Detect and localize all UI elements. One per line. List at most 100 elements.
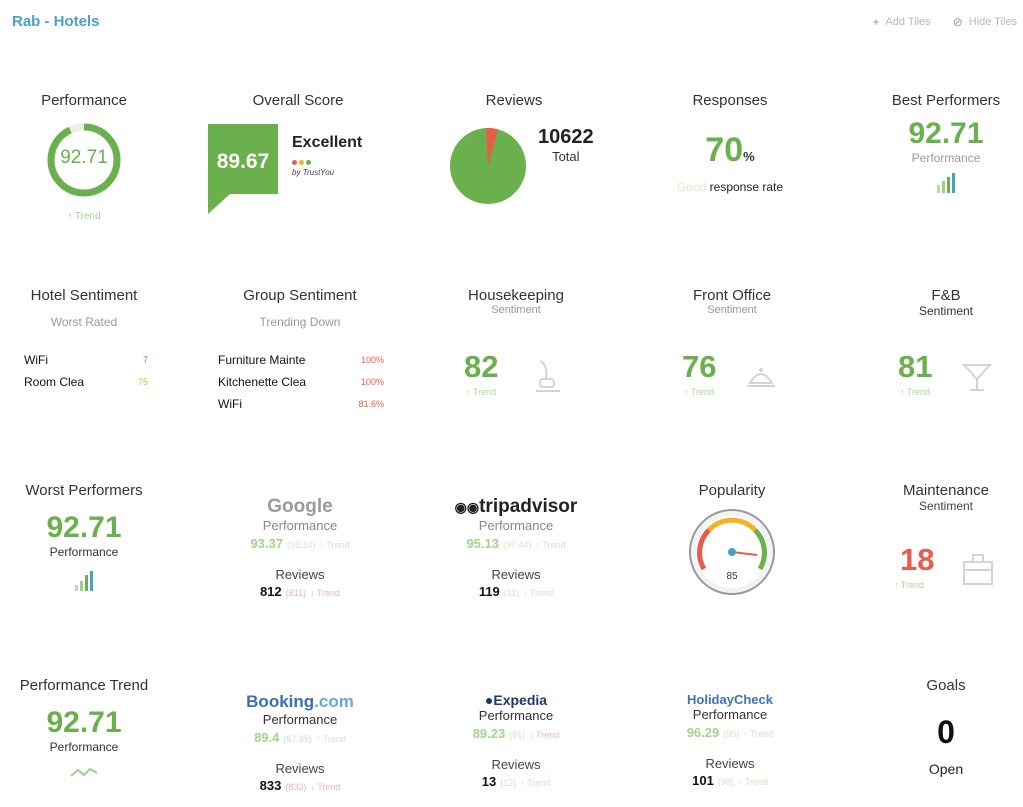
performance-trend-tile[interactable]: Performance Trend 92.71 Performance [0,677,186,807]
list-item[interactable]: Furniture Mainte 100% [218,349,384,371]
list-item[interactable]: Kitchenette Clea 100% [218,371,384,393]
gauge-value: 85 [726,571,738,582]
goals-value: 0 [937,714,955,750]
score-badge: 89.67 [208,124,278,214]
plus-icon: + [872,15,880,29]
reviews-total-value: 10622 [538,126,594,148]
perf-value: 89.23 (91) ↓ Trend [472,726,560,741]
perf-value: 96.29 (95) ↑ Trend [686,725,774,740]
google-tile[interactable]: Google Performance 93.37 (93.14) ↑ Trend R… [198,496,402,626]
reviews-value: 119 (11) ↑ Trend [478,584,554,599]
tile-title: Group Sentiment [243,287,357,304]
trend-link[interactable]: ↑ Trend [900,387,930,397]
reviews-value: 13 (12) ↑ Trend [481,774,551,789]
best-performers-tile[interactable]: Best Performers 92.71 Performance [844,92,1023,242]
tile-subtitle: Worst Rated [50,315,118,329]
group-sentiment-list: Furniture Mainte 100% Kitchenette Clea 100… [218,349,384,415]
fnb-tile[interactable]: F&B Sentiment 81 ↑ Trend [844,287,1023,437]
popularity-gauge: 85 [689,509,775,595]
worst-performers-tile[interactable]: Worst Performers 92.71 Performance [0,482,186,632]
best-performers-label: Performance [911,151,981,165]
tripadvisor-logo: ◉◉tripadvisor [454,496,578,517]
tripadvisor-tile[interactable]: ◉◉tripadvisor Performance 95.13 (97.44) ↑ … [414,496,618,626]
tile-title: Front Office [692,287,772,304]
tile-title: Overall Score [252,92,344,109]
trustyou-logo: by TrustYou [292,168,335,177]
hide-tiles-button[interactable]: ⊘ Hide Tiles [953,15,1017,29]
tile-title: F&B [931,287,961,304]
score-details: Excellent by TrustYou [292,134,362,177]
score-value: 89.67 [216,150,270,173]
perf-label: Performance [262,712,338,727]
tile-title: Popularity [698,482,766,499]
goals-tile[interactable]: Goals 0 Open [844,677,1023,807]
tile-title: Reviews [485,92,543,109]
performance-tile[interactable]: Performance 92.71 ↑ Trend [0,92,186,242]
holidaycheck-logo: HolidayCheck [687,692,773,707]
tile-subtitle: Sentiment [918,499,974,513]
toolbox-icon [963,554,993,585]
tile-title: Responses [692,92,768,109]
tile-title: Worst Performers [25,482,143,499]
perf-value: 89.4 (87.85) ↑ Trend [254,730,346,745]
tile-title: Maintenance [903,482,989,499]
front-office-value: 76 [682,349,717,384]
tile-title: Best Performers [891,92,1001,109]
tile-title: Housekeeping [468,287,564,304]
perf-label: Performance [478,708,554,723]
add-tiles-button[interactable]: + Add Tiles [872,15,930,29]
trend-link[interactable]: ↑ Trend [684,387,714,397]
reviews-label: Reviews [491,567,541,582]
bar-chart-icon [0,571,186,596]
tile-subtitle: Trending Down [259,315,341,329]
reviews-label: Reviews [275,761,325,776]
service-bell-icon [747,368,775,387]
maintenance-tile[interactable]: Maintenance Sentiment 18 ↑ Trend [844,482,1023,632]
add-tiles-label: Add Tiles [885,16,931,28]
expedia-tile[interactable]: ●Expedia Performance 89.23 (91) ↓ Trend Re… [414,692,618,807]
reviews-value: 101 (98) ↑ Trend [692,773,768,788]
reviews-label: Reviews [275,567,325,582]
trend-link[interactable]: ↑ Trend [0,211,186,222]
list-item[interactable]: Room Clea 75 [24,371,148,393]
popularity-tile[interactable]: Popularity 85 [630,482,834,632]
list-item[interactable]: WiFi 81.6% [218,393,384,415]
hide-icon: ⊘ [952,15,963,29]
trend-line-icon [70,767,98,777]
perf-value: 95.13 (97.44) ↑ Trend [466,536,566,551]
responses-tile[interactable]: Responses 70% Good response rate [628,92,832,242]
response-rate: Good response rate [676,180,784,194]
reviews-value: 812 (811) ↓ Trend [259,584,341,599]
booking-tile[interactable]: Booking.com Performance 89.4 (87.85) ↑ Tre… [198,692,402,807]
performance-trend-value: 92.71 [46,706,122,739]
front-office-tile[interactable]: Front Office Sentiment 76 ↑ Trend [630,287,834,437]
fnb-value: 81 [898,349,933,384]
tile-subtitle: Sentiment [918,304,974,318]
bar-chart-icon [844,173,1023,198]
reviews-label: Reviews [705,756,755,771]
performance-value: 92.71 [60,147,108,168]
performance-ring: 92.71 [45,121,123,199]
trend-link[interactable]: ↑ Trend [466,387,496,397]
overall-score-tile[interactable]: Overall Score 89.67 Excellent by TrustYo… [196,92,400,242]
reviews-tile[interactable]: Reviews 10622 Total [412,92,616,242]
worst-performers-label: Performance [49,545,119,559]
housekeeping-tile[interactable]: Housekeeping Sentiment 82 ↑ Trend [414,287,618,437]
housekeeping-value: 82 [464,349,499,384]
holidaycheck-tile[interactable]: HolidayCheck Performance 96.29 (95) ↑ Tren… [628,692,832,807]
list-item[interactable]: WiFi 7 [24,349,148,371]
performance-trend-label: Performance [49,740,119,754]
best-performers-value: 92.71 [908,117,984,150]
responses-value: 70% [705,131,755,169]
tile-subtitle: Sentiment [707,304,757,316]
reviews-label: Reviews [491,757,541,772]
trend-link[interactable]: ↑ Trend [894,580,924,590]
tile-title: Performance [41,92,127,109]
trustyou-dots-icon [292,160,362,165]
tile-title: Hotel Sentiment [30,287,138,304]
expedia-logo: ●Expedia [484,692,548,708]
perf-value: 93.37 (93.14) ↑ Trend [250,536,350,551]
perf-label: Performance [478,518,554,533]
page-title[interactable]: Rab - Hotels [12,13,100,30]
reviews-total-label: Total [552,149,580,164]
